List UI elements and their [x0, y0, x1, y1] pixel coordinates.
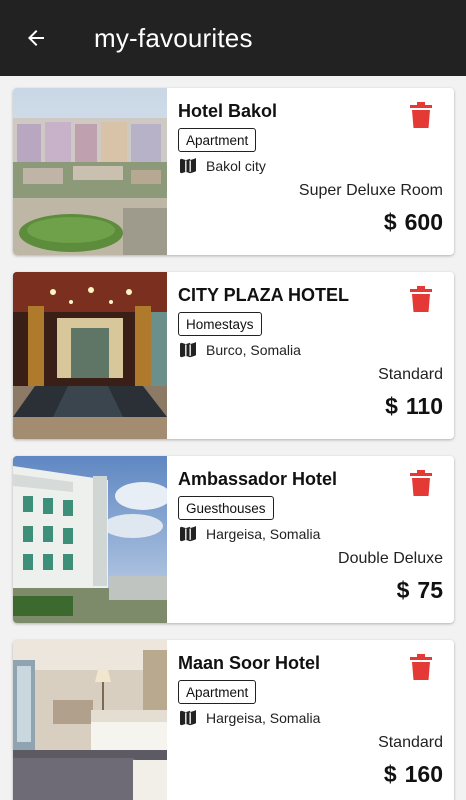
price: $110 — [385, 393, 443, 420]
trash-icon — [410, 654, 432, 680]
property-type-chip: Homestays — [178, 312, 262, 336]
price: $75 — [397, 577, 443, 604]
price-value: 110 — [405, 393, 443, 419]
back-button[interactable] — [0, 0, 72, 76]
price: $160 — [384, 761, 443, 788]
delete-button[interactable] — [410, 654, 432, 680]
favourite-card[interactable]: Ambassador Hotel Guesthouses Hargeisa, S… — [13, 456, 454, 623]
map-icon — [180, 342, 196, 358]
trash-icon — [410, 102, 432, 128]
hotel-name: Hotel Bakol — [178, 101, 278, 121]
map-icon — [180, 158, 196, 174]
currency-symbol: $ — [396, 577, 410, 603]
delete-button[interactable] — [410, 102, 432, 128]
app-bar: my-favourites — [0, 0, 466, 76]
price-value: 600 — [404, 209, 443, 235]
location-text: Hargeisa, Somalia — [206, 526, 321, 542]
property-type-chip: Apartment — [178, 680, 257, 704]
currency-symbol: $ — [383, 761, 397, 787]
trash-icon — [410, 470, 432, 496]
location-text: Burco, Somalia — [206, 342, 301, 358]
favourite-card[interactable]: Hotel Bakol Apartment Bakol city Super D… — [13, 88, 454, 255]
location-row: Burco, Somalia — [179, 342, 301, 358]
arrow-left-icon — [28, 30, 44, 46]
location-text: Bakol city — [206, 158, 266, 174]
hotel-image — [13, 272, 167, 439]
property-type-chip: Apartment — [178, 128, 257, 152]
hotel-name: Ambassador Hotel — [178, 469, 338, 489]
location-row: Hargeisa, Somalia — [179, 710, 320, 726]
room-type: Double Deluxe — [338, 550, 443, 567]
favourite-card[interactable]: CITY PLAZA HOTEL Homestays Burco, Somali… — [13, 272, 454, 439]
delete-button[interactable] — [410, 286, 432, 312]
room-type: Standard — [378, 734, 443, 751]
property-type-chip: Guesthouses — [178, 496, 274, 520]
map-icon — [180, 710, 196, 726]
room-type: Super Deluxe Room — [298, 182, 443, 199]
hotel-image — [13, 88, 167, 255]
hotel-name: Maan Soor Hotel — [178, 653, 321, 673]
price-value: 75 — [417, 577, 443, 603]
room-type: Standard — [378, 366, 443, 383]
hotel-image — [13, 456, 167, 623]
hotel-name: CITY PLAZA HOTEL — [178, 285, 349, 305]
currency-symbol: $ — [385, 393, 398, 419]
favourite-card[interactable]: Maan Soor Hotel Apartment Hargeisa, Soma… — [13, 640, 454, 800]
page-title: my-favourites — [94, 22, 253, 53]
location-text: Hargeisa, Somalia — [206, 710, 321, 726]
price-value: 160 — [404, 761, 443, 787]
currency-symbol: $ — [383, 209, 397, 235]
delete-button[interactable] — [410, 470, 432, 496]
location-row: Bakol city — [179, 158, 266, 174]
hotel-image — [13, 640, 167, 800]
price: $600 — [384, 209, 443, 236]
location-row: Hargeisa, Somalia — [179, 526, 320, 542]
map-icon — [180, 526, 196, 542]
trash-icon — [410, 286, 432, 312]
